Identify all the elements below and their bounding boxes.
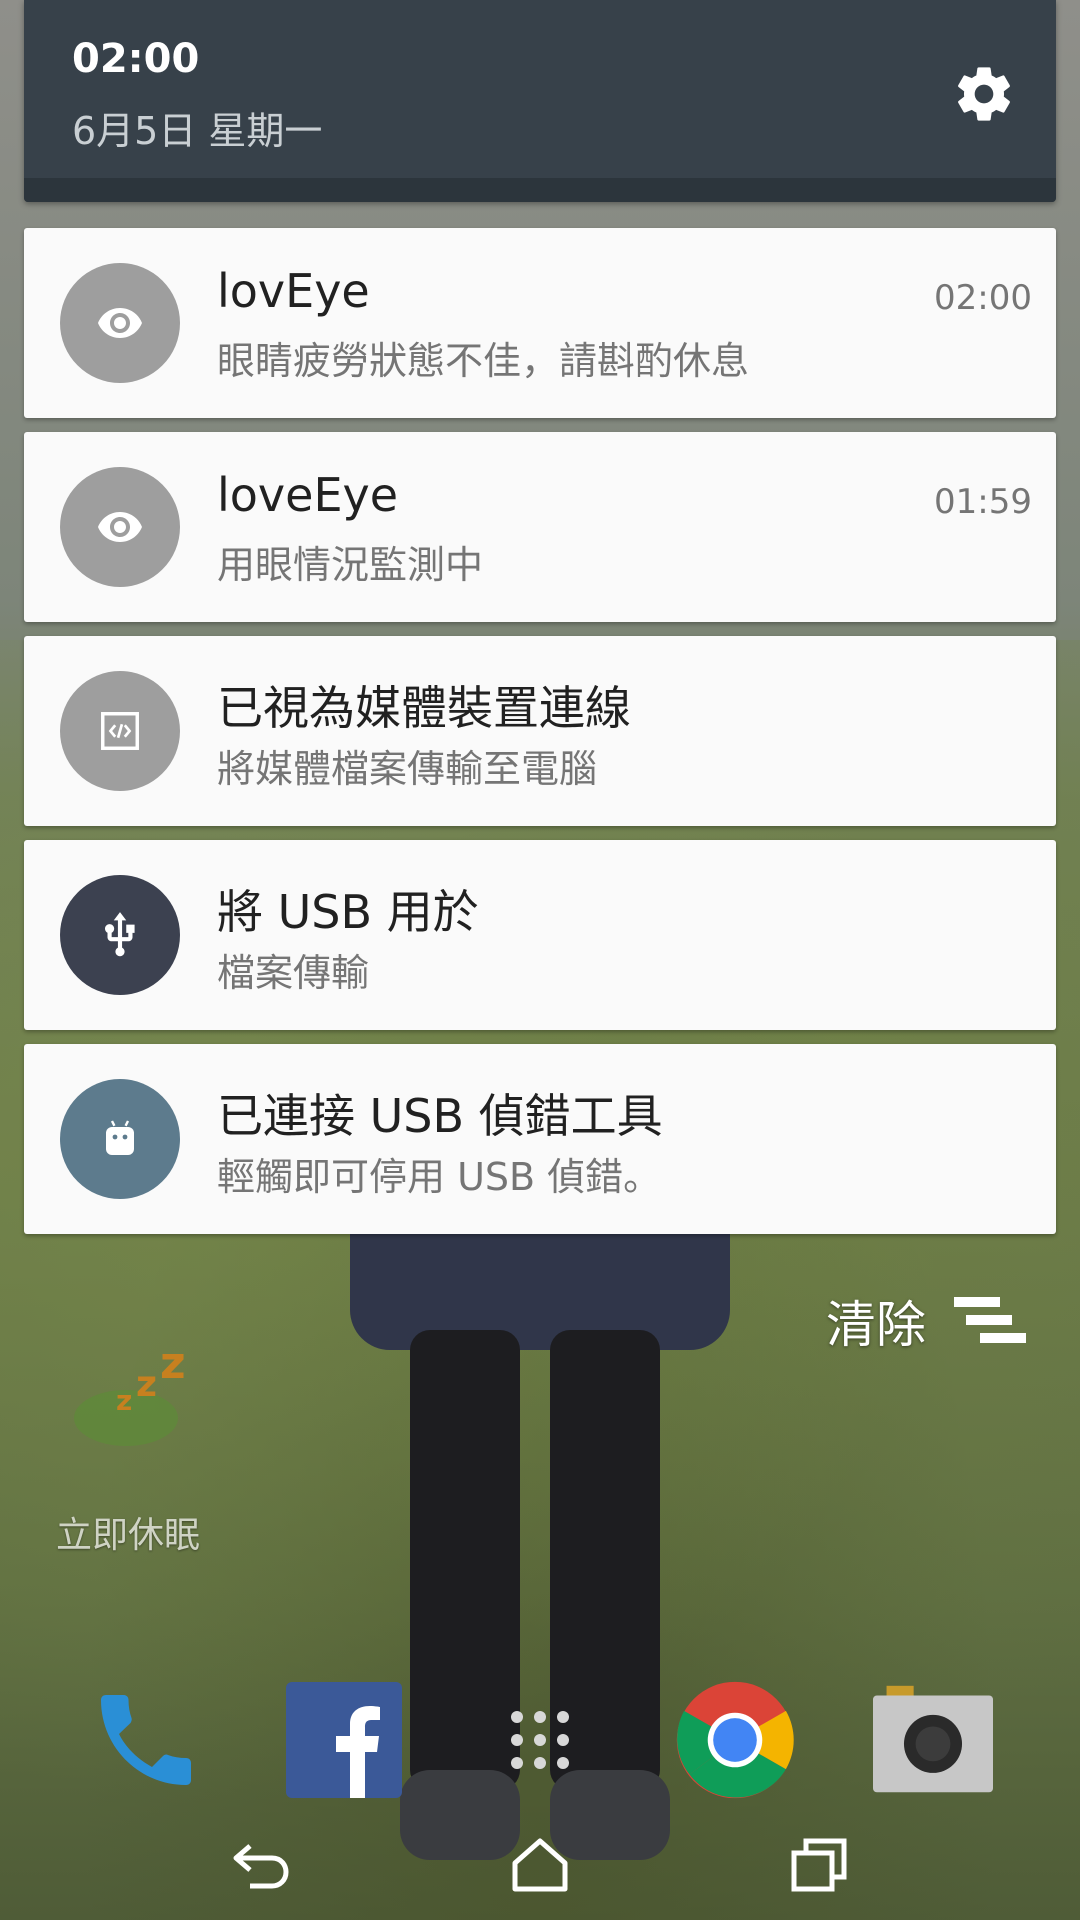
shade-time: 02:00 — [72, 36, 200, 82]
notification-shade-header: 02:00 6月5日 星期一 — [24, 0, 1056, 202]
camera-icon — [873, 1685, 993, 1793]
shade-date[interactable]: 6月5日 星期一 — [72, 100, 322, 155]
eye-icon — [98, 512, 142, 542]
chrome-icon — [676, 1681, 794, 1799]
notification-icon — [60, 467, 180, 587]
back-button[interactable] — [222, 1830, 302, 1900]
code-icon — [101, 712, 139, 750]
facebook-icon — [286, 1682, 402, 1798]
svg-text:z: z — [136, 1364, 157, 1405]
notification-text: 將媒體檔案傳輸至電腦 — [217, 747, 598, 791]
gear-icon — [958, 67, 1010, 121]
notification-title: lovEye — [217, 264, 370, 318]
notification-icon — [60, 1079, 180, 1199]
navigation-bar — [0, 1810, 1080, 1920]
notification-loveye-alert[interactable]: lovEye 眼睛疲勞狀態不佳，請斟酌休息 02:00 — [24, 228, 1056, 418]
dock-facebook[interactable] — [284, 1670, 404, 1810]
notification-loveye-monitor[interactable]: loveEye 用眼情況監測中 01:59 — [24, 432, 1056, 622]
notification-media-device[interactable]: 已視為媒體裝置連線 將媒體檔案傳輸至電腦 — [24, 636, 1056, 826]
shade-header-band — [24, 178, 1056, 202]
notification-title: 已連接 USB 偵錯工具 — [217, 1089, 663, 1143]
notification-text: 用眼情況監測中 — [217, 543, 484, 587]
phone-icon — [101, 1695, 191, 1785]
notification-title: loveEye — [217, 468, 399, 522]
notification-text: 檔案傳輸 — [217, 951, 370, 995]
notification-icon — [60, 671, 180, 791]
notification-time: 01:59 — [934, 482, 1032, 522]
home-icon — [512, 1838, 568, 1892]
recents-icon — [791, 1838, 847, 1892]
sleep-zzz-icon: z z z — [74, 1338, 186, 1446]
eye-icon — [98, 308, 142, 338]
settings-button[interactable] — [948, 58, 1020, 130]
svg-text:z: z — [116, 1384, 132, 1417]
app-drawer-icon — [511, 1711, 569, 1769]
dock-phone[interactable] — [86, 1670, 206, 1810]
notification-icon — [60, 263, 180, 383]
back-icon — [233, 1844, 289, 1889]
sleep-widget[interactable]: z z z 立即休眠 — [56, 1338, 216, 1560]
notification-usb-debugging[interactable]: 已連接 USB 偵錯工具 輕觸即可停用 USB 偵錯。 — [24, 1044, 1056, 1234]
svg-text:z: z — [160, 1340, 186, 1389]
clear-label: 清除 — [826, 1296, 926, 1354]
notification-text: 眼睛疲勞狀態不佳，請斟酌休息 — [217, 339, 750, 383]
notification-time: 02:00 — [934, 278, 1032, 318]
clear-all-button[interactable]: 清除 — [826, 1286, 1030, 1356]
clear-all-icon — [954, 1297, 1026, 1343]
notification-title: 已視為媒體裝置連線 — [217, 681, 631, 735]
notification-text: 輕觸即可停用 USB 偵錯。 — [217, 1155, 662, 1199]
notification-usb-mode[interactable]: 將 USB 用於 檔案傳輸 — [24, 840, 1056, 1030]
dock-chrome[interactable] — [675, 1670, 795, 1810]
sleep-widget-label: 立即休眠 — [56, 1515, 201, 1556]
recents-button[interactable] — [780, 1830, 860, 1900]
dock-app-drawer[interactable] — [480, 1670, 600, 1810]
android-icon — [106, 1120, 134, 1155]
dock-camera[interactable] — [873, 1670, 993, 1810]
notification-title: 將 USB 用於 — [217, 885, 479, 939]
usb-icon — [105, 912, 135, 957]
home-button[interactable] — [500, 1830, 580, 1900]
notification-icon — [60, 875, 180, 995]
